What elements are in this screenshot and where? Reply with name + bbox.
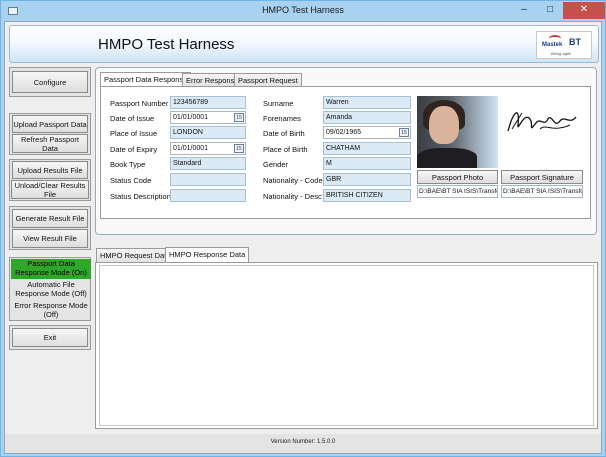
surname-label: Surname bbox=[263, 99, 294, 108]
passport-data-group: Upload Passport Data Refresh Passport Da… bbox=[9, 113, 91, 155]
configure-button[interactable]: Configure bbox=[12, 71, 88, 93]
status-description-label: Status Description bbox=[110, 192, 171, 201]
date-of-birth-label: Date of Birth bbox=[263, 129, 305, 138]
passport-signature-button[interactable]: Passport Signature bbox=[501, 170, 583, 184]
maximize-icon[interactable]: □ bbox=[537, 2, 563, 19]
nationality-desc-label: Nationality - Desc bbox=[263, 192, 322, 201]
book-type-label: Book Type bbox=[110, 160, 146, 169]
tab-hmpo-request-data[interactable]: HMPO Request Data bbox=[96, 248, 175, 262]
exit-group: Exit bbox=[9, 325, 91, 350]
tab-hmpo-response-data[interactable]: HMPO Response Data bbox=[165, 247, 250, 262]
logo-bt: BT bbox=[569, 37, 581, 47]
calendar-icon[interactable]: 15 bbox=[234, 144, 244, 153]
forenames-label: Forenames bbox=[263, 114, 301, 123]
place-of-issue-label: Place of Issue bbox=[110, 129, 158, 138]
generate-result-button[interactable]: Generate Result File bbox=[12, 209, 88, 228]
date-of-birth-value: 09/02/1965 bbox=[326, 129, 362, 136]
signature-path-field[interactable]: D:\BAE\BT SIA ISIS\Transfo bbox=[501, 185, 583, 198]
passport-panel: Passport Data Response Error Response Pa… bbox=[95, 67, 597, 235]
date-of-issue-label: Date of Issue bbox=[110, 114, 155, 123]
nationality-code-field[interactable]: GBR bbox=[323, 173, 411, 186]
upload-results-button[interactable]: Upload Results File bbox=[12, 161, 88, 179]
status-bar: Version Number: 1.5.0.0 bbox=[5, 434, 601, 453]
view-result-button[interactable]: View Result File bbox=[12, 229, 88, 248]
nationality-code-label: Nationality - Code bbox=[263, 176, 323, 185]
passport-photo-button[interactable]: Passport Photo bbox=[417, 170, 498, 184]
signature-image bbox=[507, 112, 577, 132]
status-code-label: Status Code bbox=[110, 176, 152, 185]
nationality-desc-field[interactable]: BRITISH CITIZEN bbox=[323, 189, 411, 202]
automatic-response-mode-toggle[interactable]: Automatic File Response Mode (Off) bbox=[11, 280, 91, 300]
book-type-field[interactable]: Standard bbox=[170, 157, 246, 170]
photo-face bbox=[429, 106, 459, 144]
gender-field[interactable]: M bbox=[323, 157, 411, 170]
result-file-group: Generate Result File View Result File bbox=[9, 206, 91, 250]
date-of-birth-picker[interactable]: 09/02/1965 15 bbox=[323, 126, 411, 139]
mastek-bt-logo: Mastek BT Being agile bbox=[536, 31, 592, 59]
results-file-group: Upload Results File Unload/Clear Results… bbox=[9, 159, 91, 201]
response-text-area[interactable] bbox=[99, 265, 594, 426]
forenames-field[interactable]: Amanda bbox=[323, 111, 411, 124]
date-of-expiry-picker[interactable]: 01/01/0001 15 bbox=[170, 142, 246, 155]
logo-brand: Mastek bbox=[542, 42, 563, 48]
passport-number-field[interactable]: 123456789 bbox=[170, 96, 246, 109]
page-title: HMPO Test Harness bbox=[98, 36, 235, 53]
exit-button[interactable]: Exit bbox=[12, 328, 88, 347]
calendar-icon[interactable]: 15 bbox=[234, 113, 244, 122]
error-response-mode-toggle[interactable]: Error Response Mode (Off) bbox=[11, 301, 91, 321]
app-window: HMPO Test Harness – □ ✕ HMPO Test Harnes… bbox=[0, 0, 606, 457]
passport-signature bbox=[500, 99, 582, 147]
upload-passport-button[interactable]: Upload Passport Data bbox=[12, 115, 88, 133]
minimize-icon[interactable]: – bbox=[511, 2, 537, 19]
passport-number-label: Passport Number bbox=[110, 99, 169, 108]
gender-label: Gender bbox=[263, 160, 289, 169]
configure-group: Configure bbox=[9, 67, 91, 97]
photo-path-field[interactable]: D:\BAE\BT SIA ISIS\Transfo bbox=[417, 185, 498, 198]
date-of-expiry-label: Date of Expiry bbox=[110, 145, 158, 154]
refresh-passport-button[interactable]: Refresh Passport Data bbox=[12, 134, 88, 153]
close-icon[interactable]: ✕ bbox=[563, 2, 605, 19]
tab-passport-data-response[interactable]: Passport Data Response bbox=[100, 72, 192, 87]
logo-tagline: Being agile bbox=[551, 51, 571, 56]
logo-swirl-icon bbox=[549, 35, 561, 42]
place-of-birth-field[interactable]: CHATHAM bbox=[323, 142, 411, 155]
sidebar: Configure Upload Passport Data Refresh P… bbox=[9, 67, 91, 451]
calendar-icon[interactable]: 15 bbox=[399, 128, 409, 137]
version-number: Version Number: 1.5.0.0 bbox=[270, 439, 336, 445]
surname-field[interactable]: Warren bbox=[323, 96, 411, 109]
passport-tab-content: Passport Number 123456789 Date of Issue … bbox=[100, 86, 591, 219]
status-description-field[interactable] bbox=[170, 189, 246, 202]
date-of-expiry-value: 01/01/0001 bbox=[173, 145, 209, 152]
title-bar[interactable]: HMPO Test Harness – □ ✕ bbox=[1, 1, 605, 21]
mode-group: Passport Data Response Mode (On) Automat… bbox=[9, 257, 91, 321]
photo-shoulders bbox=[417, 148, 477, 168]
tab-passport-request[interactable]: Passport Request bbox=[234, 73, 302, 87]
unload-results-button[interactable]: Unload/Clear Results File bbox=[11, 180, 89, 199]
place-of-issue-field[interactable]: LONDON bbox=[170, 126, 246, 139]
passport-photo bbox=[417, 96, 498, 168]
hmpo-response-content bbox=[95, 262, 598, 429]
date-of-issue-value: 01/01/0001 bbox=[173, 114, 209, 121]
client-area: HMPO Test Harness Mastek BT Being agile … bbox=[4, 21, 602, 454]
header-banner: HMPO Test Harness Mastek BT Being agile bbox=[9, 25, 599, 63]
status-code-field[interactable] bbox=[170, 173, 246, 186]
passport-response-mode-toggle[interactable]: Passport Data Response Mode (On) bbox=[11, 259, 91, 279]
place-of-birth-label: Place of Birth bbox=[263, 145, 308, 154]
date-of-issue-picker[interactable]: 01/01/0001 15 bbox=[170, 111, 246, 124]
